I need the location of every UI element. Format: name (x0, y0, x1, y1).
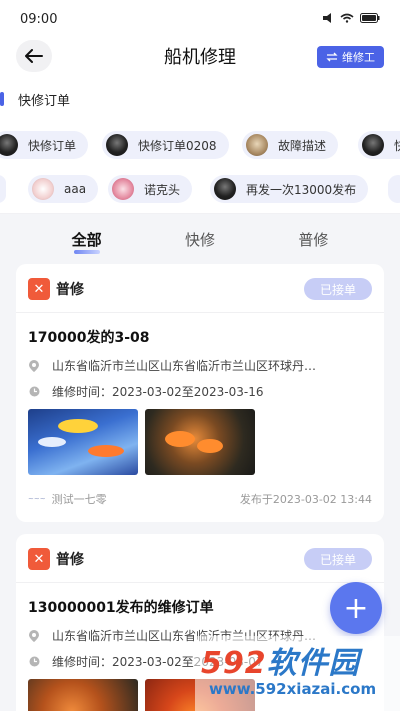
location-icon (28, 629, 40, 642)
chip-item[interactable]: 快修订单 (0, 131, 89, 159)
avatar (0, 134, 18, 156)
tab-quick[interactable]: 快修 (185, 223, 215, 256)
order-time: 维修时间：2023-03-02至2023-03-16 (52, 385, 264, 399)
section-marker (0, 92, 4, 106)
mute-icon (322, 12, 334, 26)
avatar (214, 178, 236, 200)
chip-item[interactable]: 快 (358, 131, 400, 159)
order-card[interactable]: ✕ 普修 已接单 170000发的3-08 山东省临沂市兰山区山东省临沂市兰山区… (16, 264, 384, 522)
order-type: 普修 (56, 282, 84, 298)
avatar (246, 134, 268, 156)
swap-icon (326, 52, 338, 62)
tab-bar: 全部 快修 普修 (0, 214, 400, 264)
tab-normal[interactable]: 普修 (298, 223, 328, 256)
chip-item[interactable]: 再发一次13000发布 (210, 175, 369, 203)
nav-bar: 船机修理 维修工 (0, 38, 400, 74)
chip-item[interactable] (0, 175, 6, 203)
clock-icon (28, 656, 40, 668)
location-icon (28, 359, 40, 372)
status-badge: 已接单 (303, 548, 372, 570)
order-photo[interactable] (145, 409, 255, 475)
order-photo[interactable] (28, 409, 138, 475)
switch-role-label: 维修工 (342, 51, 375, 64)
chip-row-2: aaa 诺克头 再发一次13000发布 (0, 168, 400, 214)
divider (16, 312, 384, 313)
clock-icon (28, 386, 40, 398)
chip-item[interactable]: 快修订单0208 (102, 131, 229, 159)
wifi-icon (340, 13, 354, 26)
order-title: 130000001发布的维修订单 (28, 600, 214, 616)
watermark-text: 软件园 (266, 646, 360, 681)
chip-item[interactable]: 故障描述 (242, 131, 339, 159)
tools-icon: ✕ (28, 548, 50, 570)
chip-item[interactable] (388, 175, 400, 203)
tab-all[interactable]: 全部 (72, 223, 102, 256)
avatar (106, 134, 128, 156)
status-time: 09:00 (20, 11, 58, 27)
section-label: 快修订单 (18, 93, 71, 109)
battery-icon (360, 12, 380, 26)
watermark-url: www.592xiazai.com (209, 680, 377, 698)
chip-item[interactable]: 诺克头 (108, 175, 193, 203)
order-title: 170000发的3-08 (28, 330, 150, 346)
plus-icon: + (343, 590, 369, 626)
order-address: 山东省临沂市兰山区山东省临沂市兰山区环球丹… (52, 359, 317, 373)
section-header: 快修订单 (0, 74, 400, 124)
arrow-left-icon (25, 49, 43, 63)
publisher-logo-icon: ~~~ (28, 495, 46, 503)
status-bar: 09:00 (0, 0, 400, 38)
avatar (362, 134, 384, 156)
chip-row-1: 快修订单 快修订单0208 故障描述 快 (0, 124, 400, 168)
order-photo[interactable] (28, 679, 138, 711)
site-watermark: 592软件园 www.592xiazai.com (195, 636, 400, 711)
add-order-button[interactable]: + (330, 582, 382, 634)
status-badge: 已接单 (303, 278, 372, 300)
page-title: 船机修理 (164, 47, 236, 68)
switch-role-button[interactable]: 维修工 (317, 46, 384, 68)
tools-icon: ✕ (28, 278, 50, 300)
watermark-number: 592 (201, 646, 267, 681)
avatar (32, 178, 54, 200)
divider (16, 582, 384, 583)
avatar (112, 178, 134, 200)
order-type: 普修 (56, 552, 84, 568)
publisher-name: 测试一七零 (51, 493, 107, 506)
back-button[interactable] (16, 40, 52, 72)
chip-item[interactable]: aaa (28, 175, 99, 203)
publish-date: 发布于2023-03-02 13:44 (239, 493, 372, 506)
